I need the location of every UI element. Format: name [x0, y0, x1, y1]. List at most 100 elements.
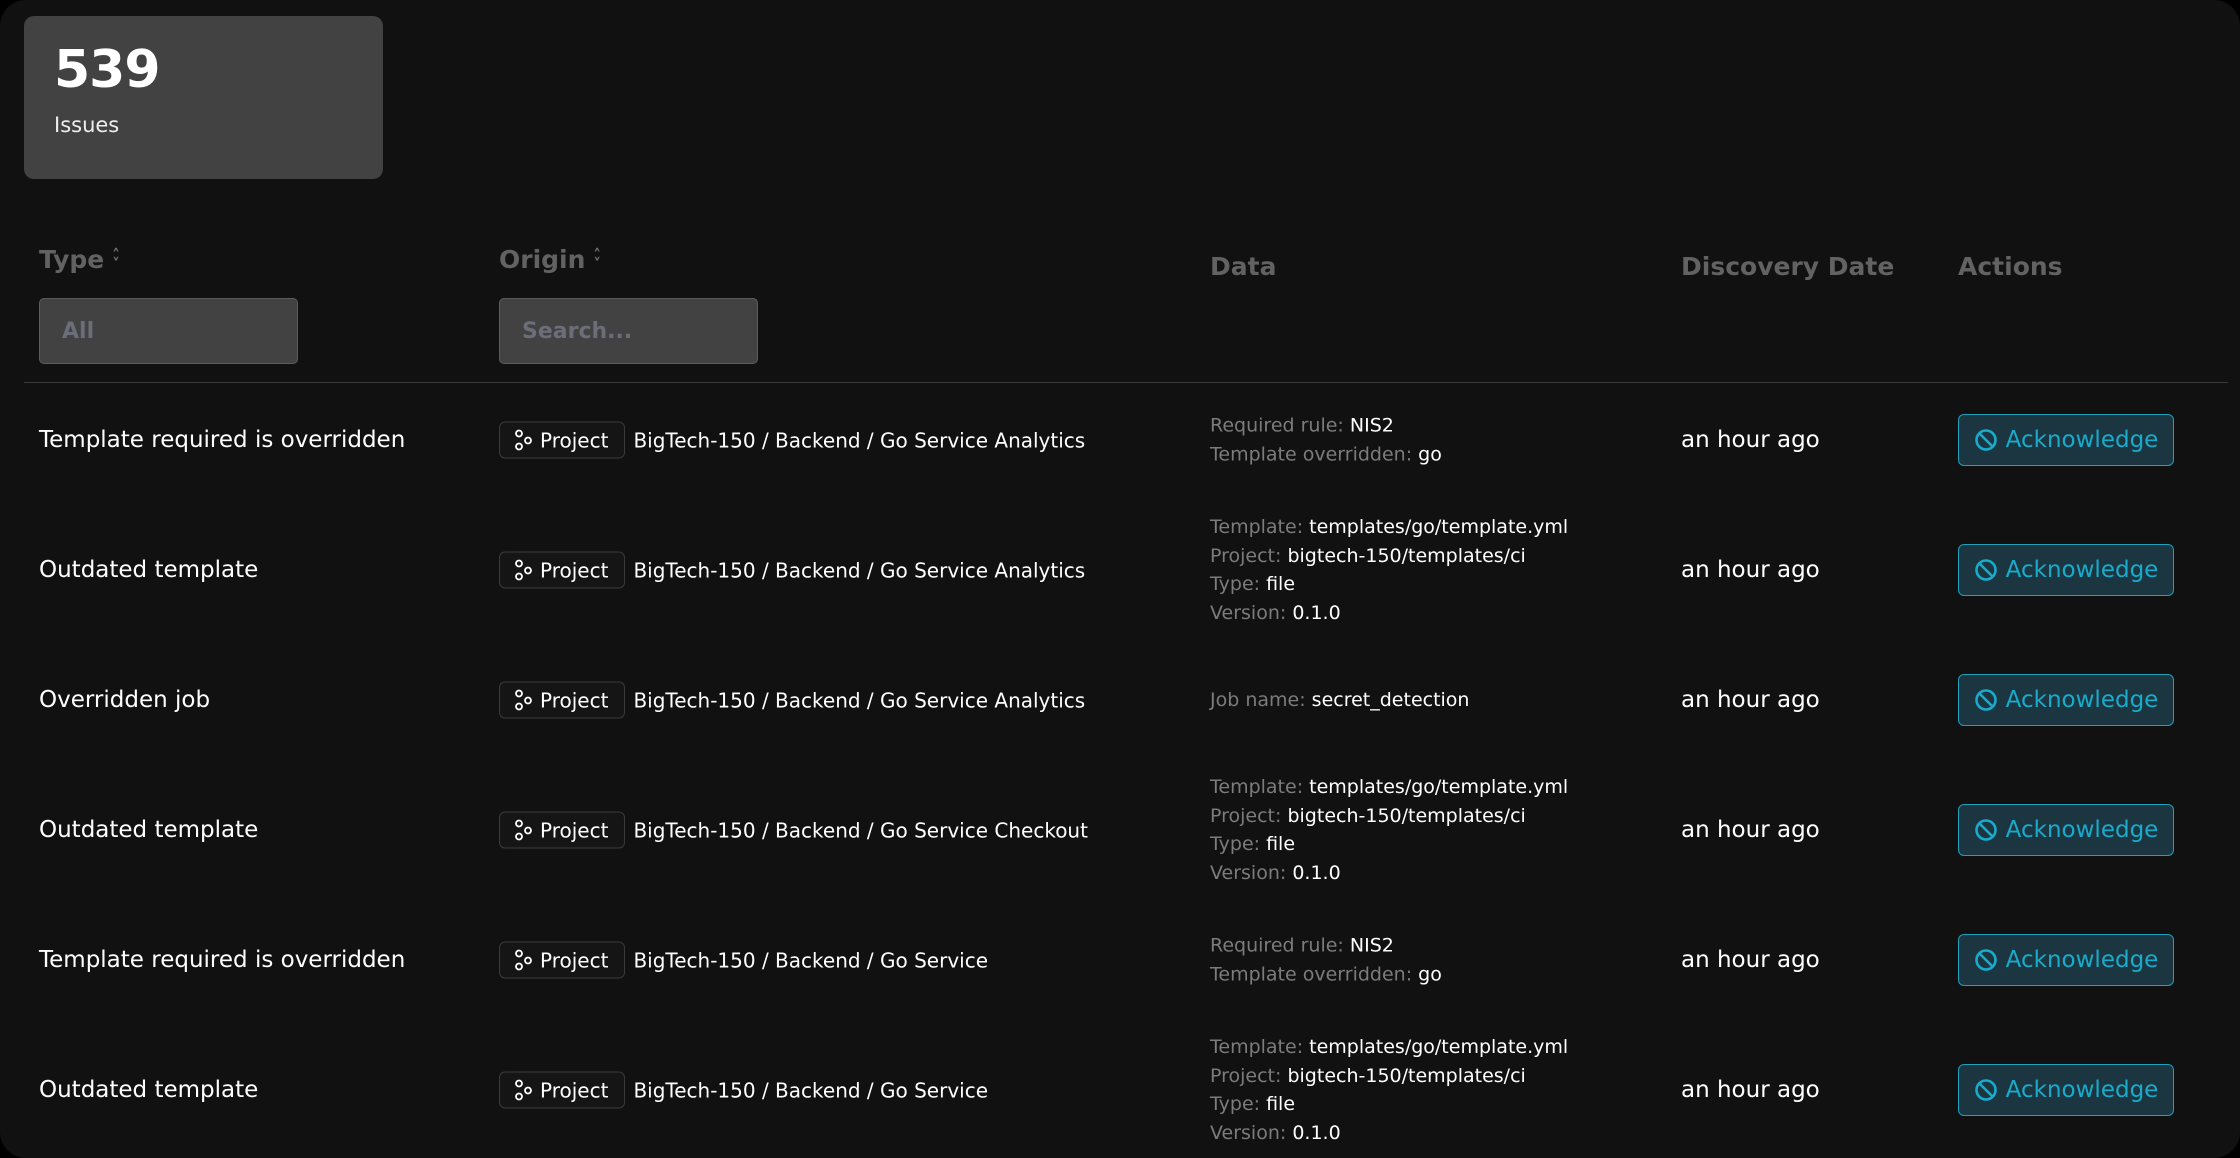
issue-type: Outdated template: [39, 817, 259, 843]
data-field: Template: templates/go/template.yml: [1210, 513, 1568, 542]
acknowledge-button[interactable]: Acknowledge: [1958, 674, 2174, 726]
data-field-key: Project:: [1210, 1064, 1282, 1087]
acknowledge-button[interactable]: Acknowledge: [1958, 804, 2174, 856]
acknowledge-label: Acknowledge: [2005, 817, 2159, 843]
data-field-key: Type:: [1210, 1093, 1261, 1115]
ban-icon: [1974, 1079, 1997, 1101]
type-filter-value: All: [62, 318, 95, 344]
issue-data: Template: templates/go/template.yml Proje…: [1210, 513, 1568, 627]
origin-kind-label: Project: [540, 818, 609, 842]
ban-icon: [1974, 559, 1997, 581]
data-field: Project: bigtech-150/templates/ci: [1210, 542, 1568, 571]
ban-icon: [1974, 689, 1997, 711]
acknowledge-button[interactable]: Acknowledge: [1958, 934, 2174, 986]
acknowledge-button[interactable]: Acknowledge: [1958, 544, 2174, 596]
table-row: Outdated template Project BigTech-150 / …: [0, 505, 2240, 635]
sort-icon[interactable]: ˄ ˅: [593, 247, 601, 271]
data-field-key: Version:: [1210, 861, 1287, 884]
discovery-date: an hour ago: [1681, 687, 1820, 713]
origin-path: BigTech-150 / Backend / Go Service Analy…: [633, 558, 1086, 582]
data-field: Required rule: NIS2: [1210, 932, 1442, 961]
data-field: Project: bigtech-150/templates/ci: [1210, 1062, 1568, 1091]
discovery-date: an hour ago: [1681, 427, 1820, 453]
project-icon: [515, 689, 532, 710]
column-header-origin-label: Origin: [499, 245, 586, 274]
table-row: Outdated template Project BigTech-150 / …: [0, 1025, 2240, 1155]
table-row: Outdated template Project BigTech-150 / …: [0, 765, 2240, 895]
data-field-key: Required rule:: [1210, 934, 1344, 957]
ban-icon: [1974, 429, 1997, 451]
origin-kind-badge[interactable]: Project: [499, 421, 626, 459]
data-field: Required rule: NIS2: [1210, 412, 1442, 441]
origin-path: BigTech-150 / Backend / Go Service Analy…: [633, 428, 1086, 452]
data-field-key: Version:: [1210, 1121, 1287, 1144]
data-field: Type: file: [1210, 570, 1568, 599]
origin-kind-badge[interactable]: Project: [499, 941, 626, 979]
table-row: Overridden job Project BigTech-150 / Bac…: [0, 635, 2240, 765]
data-field-value: bigtech-150/templates/ci: [1287, 544, 1526, 567]
origin-kind-label: Project: [540, 948, 609, 972]
project-icon: [515, 949, 532, 970]
ban-icon: [1974, 819, 1997, 841]
issue-type: Template required is overridden: [39, 427, 406, 453]
sort-icon[interactable]: ˄ ˅: [112, 247, 120, 271]
acknowledge-label: Acknowledge: [2005, 427, 2159, 453]
issue-type: Outdated template: [39, 1077, 259, 1103]
acknowledge-label: Acknowledge: [2005, 557, 2159, 583]
origin-kind-label: Project: [540, 558, 609, 582]
issues-table-body: Template required is overridden Project …: [0, 375, 2240, 1155]
data-field-value: file: [1266, 1093, 1296, 1115]
data-field: Project: bigtech-150/templates/ci: [1210, 802, 1568, 831]
issue-origin: Project BigTech-150 / Backend / Go Servi…: [499, 941, 988, 979]
origin-search-input[interactable]: Search...: [499, 298, 758, 364]
origin-kind-badge[interactable]: Project: [499, 1071, 626, 1109]
column-header-type-label: Type: [39, 245, 105, 274]
project-icon: [515, 1079, 532, 1100]
data-field: Type: file: [1210, 1090, 1568, 1119]
origin-kind-badge[interactable]: Project: [499, 681, 626, 719]
data-field-value: file: [1266, 573, 1296, 595]
data-field-key: Template overridden:: [1210, 963, 1413, 985]
issue-origin: Project BigTech-150 / Backend / Go Servi…: [499, 811, 1088, 849]
acknowledge-label: Acknowledge: [2005, 1077, 2159, 1103]
issues-page: 539 Issues Type ˄ ˅ Origin ˄ ˅ Data Discov…: [0, 0, 2240, 1158]
data-field-value: go: [1418, 443, 1442, 465]
data-field: Template: templates/go/template.yml: [1210, 773, 1568, 802]
issue-origin: Project BigTech-150 / Backend / Go Servi…: [499, 681, 1085, 719]
acknowledge-button[interactable]: Acknowledge: [1958, 1064, 2174, 1116]
data-field-value: 0.1.0: [1292, 861, 1341, 884]
issue-type: Overridden job: [39, 687, 211, 713]
data-field: Template overridden: go: [1210, 960, 1442, 989]
data-field: Job name: secret_detection: [1210, 686, 1469, 715]
issue-origin: Project BigTech-150 / Backend / Go Servi…: [499, 1071, 989, 1109]
origin-kind-badge[interactable]: Project: [499, 551, 626, 589]
issues-count-card: 539 Issues: [24, 16, 383, 179]
origin-kind-label: Project: [540, 428, 609, 452]
ban-icon: [1974, 949, 1997, 971]
column-header-actions: Actions: [1958, 252, 2063, 281]
data-field-value: secret_detection: [1311, 688, 1470, 711]
data-field-key: Version:: [1210, 601, 1287, 624]
discovery-date: an hour ago: [1681, 817, 1820, 843]
origin-path: BigTech-150 / Backend / Go Service: [633, 1078, 989, 1102]
origin-kind-badge[interactable]: Project: [499, 811, 626, 849]
data-field-key: Template:: [1210, 1036, 1304, 1058]
data-field-key: Project:: [1210, 804, 1282, 827]
data-field-value: bigtech-150/templates/ci: [1287, 1064, 1526, 1087]
origin-kind-label: Project: [540, 1078, 609, 1102]
column-header-type[interactable]: Type ˄ ˅: [39, 245, 120, 274]
issues-label: Issues: [54, 113, 120, 138]
column-header-origin[interactable]: Origin ˄ ˅: [499, 245, 601, 274]
data-field: Type: file: [1210, 830, 1568, 859]
data-field: Template overridden: go: [1210, 440, 1442, 469]
origin-kind-label: Project: [540, 688, 609, 712]
issue-origin: Project BigTech-150 / Backend / Go Servi…: [499, 551, 1086, 589]
acknowledge-button[interactable]: Acknowledge: [1958, 414, 2174, 466]
project-icon: [515, 559, 532, 580]
project-icon: [515, 429, 532, 450]
data-field-value: bigtech-150/templates/ci: [1287, 804, 1526, 827]
type-filter-select[interactable]: All: [39, 298, 298, 364]
data-field-value: templates/go/template.yml: [1309, 516, 1569, 538]
issue-origin: Project BigTech-150 / Backend / Go Servi…: [499, 421, 1086, 459]
column-header-data: Data: [1210, 252, 1277, 281]
